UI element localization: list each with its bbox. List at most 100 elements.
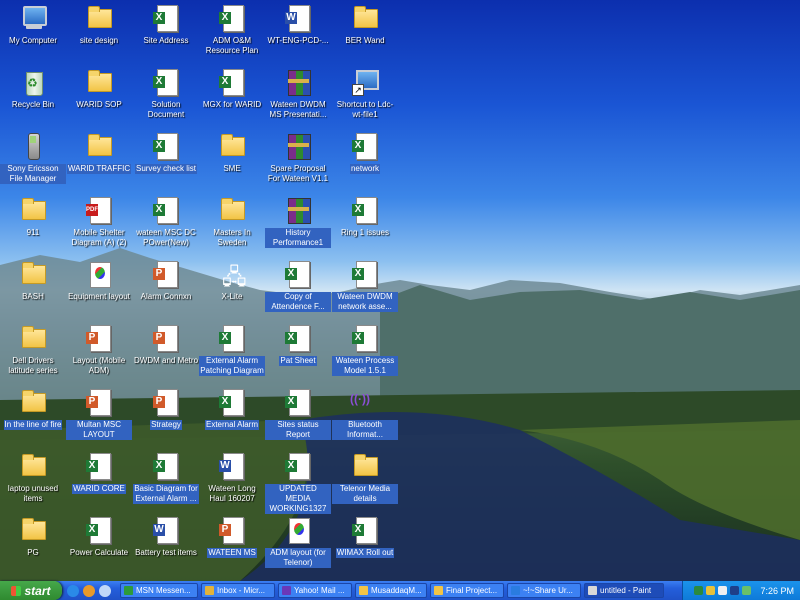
network-tray-icon[interactable] xyxy=(694,586,704,595)
start-label: start xyxy=(24,583,51,598)
msn-tray-icon[interactable] xyxy=(706,586,716,595)
desktop-icon-label: Shortcut to Ldc-wt-file1 xyxy=(336,100,394,119)
excel-file-icon xyxy=(282,450,314,482)
taskbar-button[interactable]: ~!~Share Ur... xyxy=(507,583,581,598)
desktop-icon[interactable]: Spare Proposal For Wateen V1.1 xyxy=(265,130,331,188)
desktop-icon[interactable]: Ring 1 issues xyxy=(332,194,398,252)
desktop-icon[interactable]: WATEEN MS xyxy=(199,514,265,572)
desktop-icon[interactable]: 911 xyxy=(0,194,66,252)
desktop-icon[interactable]: Solution Document xyxy=(133,66,199,124)
desktop-icon-label: Equipment layout xyxy=(68,292,130,301)
excel-file-icon xyxy=(216,66,248,98)
desktop-icon-label: Solution Document xyxy=(147,100,185,119)
desktop-icon[interactable]: Survey check list xyxy=(133,130,199,188)
desktop-icon[interactable]: WT-ENG-PCD-... xyxy=(265,2,331,60)
taskbar-button[interactable]: Inbox - Micr... xyxy=(201,583,275,598)
desktop-icon-label: site design xyxy=(79,36,119,45)
word-file-icon xyxy=(282,2,314,34)
desktop-icon[interactable]: Multan MSC LAYOUT xyxy=(66,386,132,444)
desktop-icon[interactable]: Alarm Connxn xyxy=(133,258,199,316)
desktop-icon[interactable]: site design xyxy=(66,2,132,60)
desktop-icon[interactable]: Power Calculate xyxy=(66,514,132,572)
desktop-icon[interactable]: Shortcut to Ldc-wt-file1 xyxy=(332,66,398,124)
desktop[interactable]: My Computer Recycle Bin Sony Ericsson File… xyxy=(0,0,800,581)
desktop-icon[interactable]: Sony Ericsson File Manager xyxy=(0,130,66,188)
start-button[interactable]: start xyxy=(0,581,62,600)
desktop-icon[interactable]: Basic Diagram for External Alarm ... xyxy=(133,450,199,508)
desktop-icon[interactable]: Telenor Media details xyxy=(332,450,398,508)
desktop-icon-label: Alarm Connxn xyxy=(140,292,192,301)
desktop-icon[interactable]: External Alarm Patching Diagram xyxy=(199,322,265,380)
desktop-icon[interactable]: Site Address xyxy=(133,2,199,60)
desktop-icon[interactable]: BASH xyxy=(0,258,66,316)
desktop-icon-label: External Alarm xyxy=(204,420,260,430)
desktop-icon[interactable]: Masters In Sweden xyxy=(199,194,265,252)
desktop-icon-label: History Performance1 xyxy=(265,228,331,248)
internet-explorer-icon[interactable] xyxy=(67,584,79,597)
desktop-icon-label: Bluetooth Informat... xyxy=(332,420,398,440)
desktop-icon[interactable]: network xyxy=(332,130,398,188)
desktop-icon[interactable]: Recycle Bin xyxy=(0,66,66,124)
desktop-icon[interactable]: X-Lite xyxy=(199,258,265,316)
desktop-icon[interactable]: laptop unused items xyxy=(0,450,66,508)
desktop-icon[interactable]: BER Wand xyxy=(332,2,398,60)
desktop-icon[interactable]: Pat Sheet xyxy=(265,322,331,380)
desktop-icon[interactable]: ADM O&M Resource Plan xyxy=(199,2,265,60)
desktop-icon-label: Masters In Sweden xyxy=(213,228,251,247)
taskbar-button[interactable]: Final Project... xyxy=(430,583,504,598)
show-desktop-icon[interactable] xyxy=(99,584,111,597)
excel-file-icon xyxy=(150,2,182,34)
app-icon xyxy=(511,586,520,595)
desktop-icon[interactable]: Copy of Attendence F... xyxy=(265,258,331,316)
desktop-icon[interactable]: Layout (Mobile ADM) xyxy=(66,322,132,380)
desktop-icon[interactable]: PG xyxy=(0,514,66,572)
desktop-icon[interactable]: Bluetooth Informat... xyxy=(332,386,398,444)
desktop-icon[interactable]: WARID SOP xyxy=(66,66,132,124)
desktop-icon[interactable]: External Alarm xyxy=(199,386,265,444)
taskbar-button[interactable]: MusaddaqM... xyxy=(355,583,427,598)
desktop-icon[interactable]: History Performance1 xyxy=(265,194,331,252)
desktop-icon[interactable]: wateen MSC DC POwer(New) xyxy=(133,194,199,252)
desktop-icon[interactable]: In the line of fire xyxy=(0,386,66,444)
powerpoint-file-icon xyxy=(83,386,115,418)
excel-file-icon xyxy=(349,194,381,226)
taskbar-button-label: untitled - Paint xyxy=(600,586,652,595)
desktop-icon[interactable]: Dell Drivers latitude series xyxy=(0,322,66,380)
media-player-icon[interactable] xyxy=(83,584,95,597)
desktop-icon[interactable]: My Computer xyxy=(0,2,66,60)
mobile-phone-icon xyxy=(17,130,49,162)
desktop-icon[interactable]: Wateen DWDM network asse... xyxy=(332,258,398,316)
desktop-icon[interactable]: Strategy xyxy=(133,386,199,444)
desktop-icon[interactable]: WARID CORE xyxy=(66,450,132,508)
bluetooth-tray-icon[interactable] xyxy=(742,586,752,595)
desktop-icon[interactable]: Wateen DWDM MS Presentati... xyxy=(265,66,331,124)
desktop-icon-label: Power Calculate xyxy=(69,548,129,557)
volume-tray-icon[interactable] xyxy=(718,586,728,595)
desktop-icon[interactable]: Wateen Long Haul 160207 xyxy=(199,450,265,508)
desktop-icon[interactable]: MGX for WARID xyxy=(199,66,265,124)
desktop-icon[interactable]: SME xyxy=(199,130,265,188)
desktop-icon-label: Copy of Attendence F... xyxy=(265,292,331,312)
taskbar-button[interactable]: untitled - Paint xyxy=(584,583,664,598)
desktop-icon-label: Mobile Shelter Diagram (A) (2) xyxy=(71,228,127,247)
taskbar-button[interactable]: Yahoo! Mail ... xyxy=(278,583,352,598)
desktop-icon[interactable]: Battery test items xyxy=(133,514,199,572)
desktop-icon[interactable]: ADM layout (for Telenor) xyxy=(265,514,331,572)
winrar-archive-icon xyxy=(282,130,314,162)
taskbar-button[interactable]: MSN Messen... xyxy=(120,583,198,598)
desktop-icon[interactable]: WIMAX Roll out xyxy=(332,514,398,572)
security-tray-icon[interactable] xyxy=(730,586,740,595)
winrar-archive-icon xyxy=(282,66,314,98)
excel-file-icon xyxy=(349,322,381,354)
desktop-icon[interactable]: Sites status Report xyxy=(265,386,331,444)
desktop-icon[interactable]: Equipment layout xyxy=(66,258,132,316)
desktop-icon-label: Layout (Mobile ADM) xyxy=(72,356,126,375)
folder-icon xyxy=(83,130,115,162)
desktop-icon[interactable]: DWDM and Metro xyxy=(133,322,199,380)
desktop-icon[interactable]: WARID TRAFFIC xyxy=(66,130,132,188)
desktop-icon[interactable]: Mobile Shelter Diagram (A) (2) xyxy=(66,194,132,252)
desktop-icon[interactable]: Wateen Process Model 1.5.1 xyxy=(332,322,398,380)
shortcut-icon xyxy=(349,66,381,98)
app-icon xyxy=(588,586,597,595)
desktop-icon[interactable]: UPDATED MEDIA WORKING1327 xyxy=(265,450,331,514)
